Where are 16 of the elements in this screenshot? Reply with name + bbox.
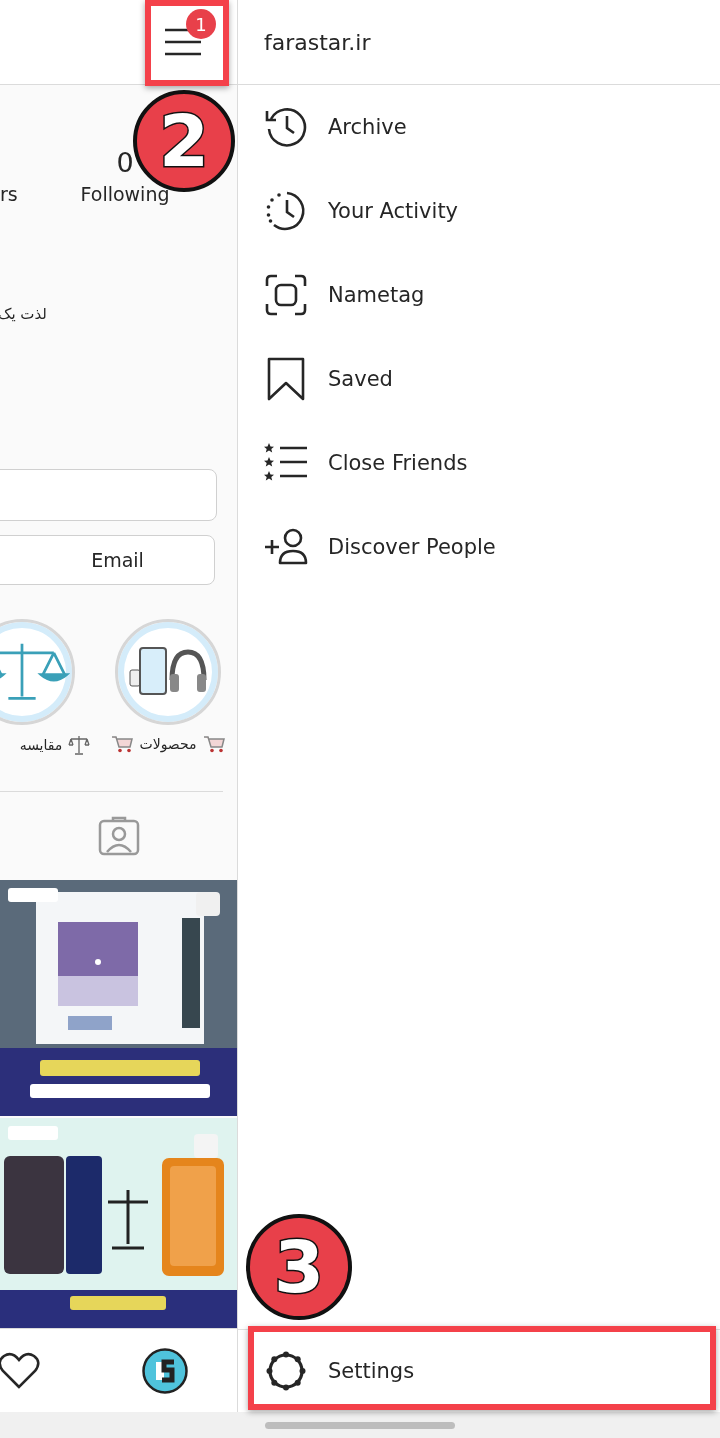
tagged-tab-icon[interactable]: [97, 816, 140, 856]
email-button[interactable]: Email: [0, 535, 215, 585]
stat-label: rs: [0, 181, 19, 207]
heart-icon[interactable]: [0, 1351, 40, 1390]
nametag-icon: [264, 273, 308, 317]
highlight-label: مقایسه: [19, 737, 63, 753]
cart-icon: [202, 735, 225, 753]
stat-count: 0: [115, 145, 135, 180]
cart-icon: [111, 735, 134, 753]
drawer-title: farastar.ir: [264, 29, 371, 55]
activity-icon: [264, 189, 308, 233]
highlight-label: محصولات: [139, 736, 197, 752]
scale-icon: [68, 735, 91, 755]
profile-avatar[interactable]: [142, 1347, 188, 1394]
history-icon: [264, 105, 308, 149]
settings-icon: [264, 1349, 308, 1393]
